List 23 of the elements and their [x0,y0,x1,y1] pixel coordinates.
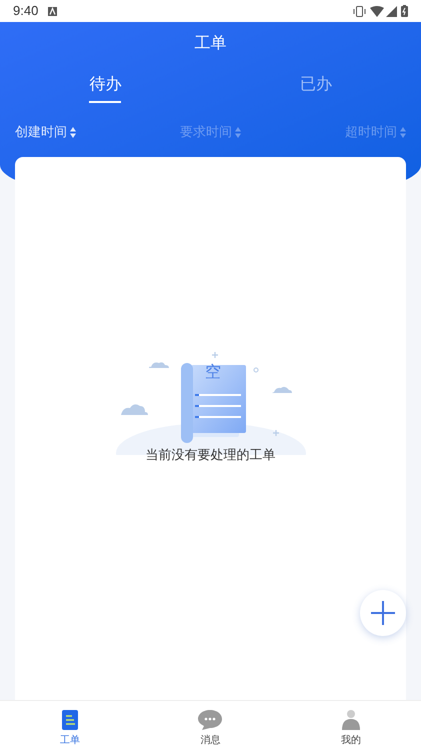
plus-icon [371,601,395,625]
illustration-label: 空 [205,365,221,381]
wifi-icon [370,6,384,16]
sort-button[interactable]: 创建时间 [15,122,76,142]
tab[interactable]: 待办 [89,73,122,103]
sort-icon [400,126,406,138]
vibrate-icon [353,6,366,16]
nav-item[interactable]: 工单 [60,701,80,748]
document-icon [62,710,78,730]
add-button[interactable] [360,590,406,636]
battery-icon [401,5,408,17]
nav-item[interactable]: 消息 [198,701,222,748]
notification-icon [48,6,58,16]
nav-item[interactable]: 我的 [340,701,361,748]
person-icon [340,710,361,730]
page-title: 工单 [194,34,226,54]
sort-icon [70,126,76,138]
empty-message: 当前没有要处理的工单 [146,446,276,464]
tab[interactable]: 已办 [300,73,332,103]
chat-icon [198,710,222,730]
sort-icon [235,126,241,138]
status-time: 9:40 [13,2,38,20]
signal-icon [386,6,397,16]
